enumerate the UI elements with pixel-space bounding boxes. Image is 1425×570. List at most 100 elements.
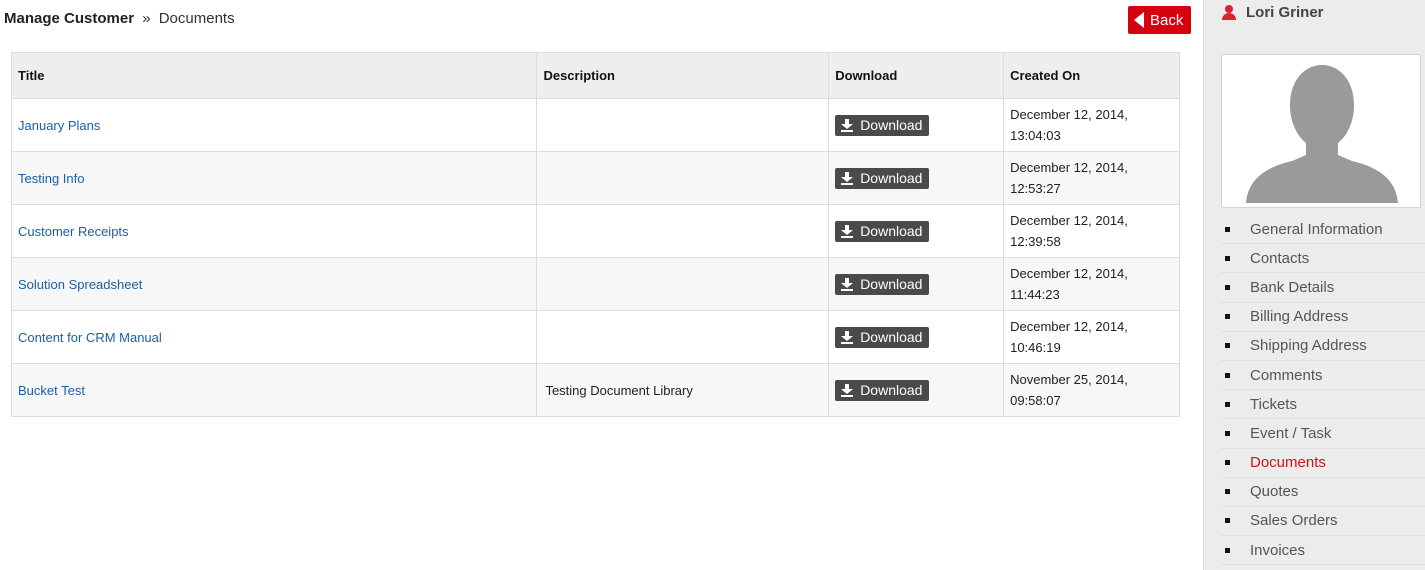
sidebar-item-label: Billing Address [1250, 308, 1349, 326]
back-arrow-icon [1134, 12, 1144, 28]
documents-table: Title Description Download Created On Ja… [10, 52, 1180, 417]
main-content: Manage Customer » Documents Back Title D… [0, 0, 1200, 570]
header-description: Description [536, 52, 830, 99]
download-icon [841, 383, 854, 397]
download-button[interactable]: Download [835, 114, 930, 136]
bullet-icon [1225, 284, 1230, 290]
sidebar-item-label: Documents [1250, 454, 1326, 472]
created-date: December 12, 2014, [1010, 160, 1128, 175]
table-row: Bucket Test Testing Document Library Dow… [10, 363, 1180, 417]
cell-description [536, 310, 830, 364]
cell-description [536, 257, 830, 311]
document-title-link[interactable]: Solution Spreadsheet [18, 277, 142, 292]
breadcrumb-current: Documents [158, 10, 235, 27]
download-icon [841, 277, 854, 291]
table-header-row: Title Description Download Created On [10, 52, 1180, 99]
user-header: Lori Griner [1222, 4, 1324, 21]
document-title-link[interactable]: Testing Info [18, 171, 85, 186]
cell-title: Testing Info [10, 151, 538, 205]
bullet-icon [1225, 255, 1230, 261]
download-button[interactable]: Download [835, 326, 930, 348]
created-time: 12:39:58 [1010, 234, 1061, 249]
download-icon [841, 330, 854, 344]
document-title-link[interactable]: Content for CRM Manual [18, 330, 162, 345]
sidebar-item-invoices[interactable]: Invoices [1221, 536, 1425, 566]
cell-title: Bucket Test [10, 363, 538, 417]
cell-description: Testing Document Library [536, 363, 830, 417]
sidebar-item-bank-details[interactable]: Bank Details [1221, 273, 1425, 303]
cell-download: Download [828, 363, 1005, 417]
cell-created-on: December 12, 2014, 10:46:19 [1003, 310, 1180, 364]
cell-download: Download [828, 257, 1005, 311]
sidebar-nav: General Information Contacts Bank Details B… [1221, 215, 1425, 566]
document-title-link[interactable]: Bucket Test [18, 383, 85, 398]
sidebar-item-label: Quotes [1250, 483, 1299, 501]
download-button[interactable]: Download [835, 379, 930, 401]
sidebar-item-comments[interactable]: Comments [1221, 361, 1425, 391]
sidebar-item-event-task[interactable]: Event / Task [1221, 419, 1425, 449]
user-icon [1222, 5, 1236, 20]
sidebar-item-quotes[interactable]: Quotes [1221, 478, 1425, 507]
back-button-label: Back [1150, 11, 1184, 29]
breadcrumb-separator: » [142, 10, 151, 27]
sidebar-item-label: Contacts [1250, 249, 1310, 267]
bullet-icon [1225, 372, 1230, 378]
cell-created-on: December 12, 2014, 11:44:23 [1003, 257, 1180, 311]
bullet-icon [1225, 314, 1230, 320]
bullet-icon [1225, 401, 1230, 407]
created-date: December 12, 2014, [1010, 319, 1128, 334]
bullet-icon [1225, 343, 1230, 349]
sidebar-item-billing-address[interactable]: Billing Address [1221, 303, 1425, 332]
sidebar-item-contacts[interactable]: Contacts [1221, 244, 1425, 274]
bullet-icon [1225, 430, 1230, 436]
back-button[interactable]: Back [1128, 6, 1191, 34]
table-row: Content for CRM Manual Download December… [10, 310, 1180, 364]
user-name: Lori Griner [1246, 4, 1324, 21]
download-button-label: Download [860, 329, 923, 345]
cell-title: January Plans [10, 98, 538, 152]
cell-download: Download [828, 204, 1005, 258]
bullet-icon [1225, 226, 1230, 232]
sidebar-item-label: Event / Task [1250, 424, 1332, 442]
header-created-on: Created On [1003, 52, 1180, 99]
created-time: 13:04:03 [1010, 128, 1061, 143]
download-button[interactable]: Download [835, 220, 930, 242]
cell-description [536, 151, 830, 205]
cell-created-on: November 25, 2014, 09:58:07 [1003, 363, 1180, 417]
breadcrumb-root[interactable]: Manage Customer [4, 10, 134, 27]
avatar [1221, 54, 1421, 208]
sidebar-item-label: Shipping Address [1250, 337, 1367, 355]
sidebar-item-shipping-address[interactable]: Shipping Address [1221, 332, 1425, 361]
cell-download: Download [828, 151, 1005, 205]
sidebar-item-general-information[interactable]: General Information [1221, 215, 1425, 245]
bullet-icon [1225, 489, 1230, 495]
document-title-link[interactable]: Customer Receipts [18, 224, 129, 239]
download-icon [841, 224, 854, 238]
sidebar-item-label: Tickets [1250, 395, 1297, 413]
document-title-link[interactable]: January Plans [18, 118, 100, 133]
cell-description [536, 98, 830, 152]
cell-created-on: December 12, 2014, 13:04:03 [1003, 98, 1180, 152]
avatar-placeholder-icon [1246, 65, 1398, 203]
table-row: Testing Info Download December 12, 2014,… [10, 151, 1180, 205]
cell-created-on: December 12, 2014, 12:39:58 [1003, 204, 1180, 258]
sidebar-item-tickets[interactable]: Tickets [1221, 390, 1425, 420]
cell-title: Solution Spreadsheet [10, 257, 538, 311]
created-date: December 12, 2014, [1010, 107, 1128, 122]
cell-title: Customer Receipts [10, 204, 538, 258]
bullet-icon [1225, 547, 1230, 553]
table-row: January Plans Download December 12, 2014… [10, 98, 1180, 152]
sidebar: Lori Griner General Information Contacts B… [1203, 0, 1425, 570]
created-date: November 25, 2014, [1010, 372, 1128, 387]
cell-download: Download [828, 310, 1005, 364]
created-time: 11:44:23 [1010, 287, 1060, 302]
bullet-icon [1225, 460, 1230, 466]
cell-download: Download [828, 98, 1005, 152]
sidebar-item-documents[interactable]: Documents [1221, 449, 1425, 478]
download-button[interactable]: Download [835, 167, 930, 189]
download-icon [841, 118, 854, 132]
sidebar-item-sales-orders[interactable]: Sales Orders [1221, 507, 1425, 537]
download-button[interactable]: Download [835, 273, 930, 295]
created-time: 12:53:27 [1010, 181, 1061, 196]
sidebar-item-label: General Information [1250, 220, 1383, 238]
